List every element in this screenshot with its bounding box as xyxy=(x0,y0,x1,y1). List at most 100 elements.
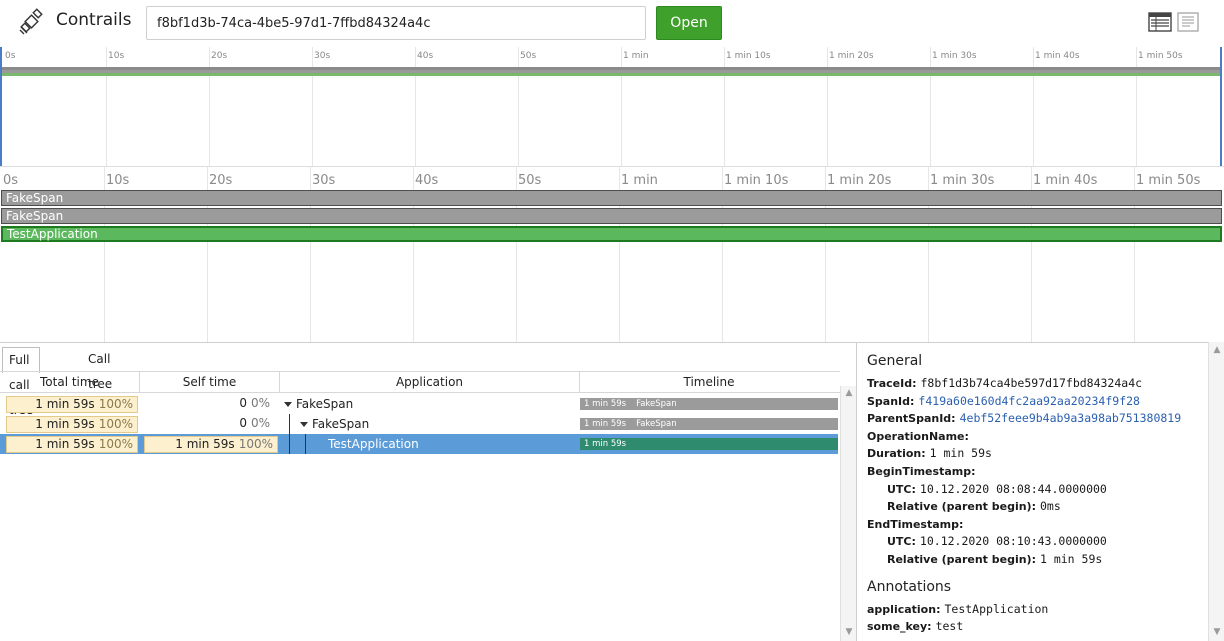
duration-row: Duration: 1 min 59s xyxy=(867,446,992,461)
overview-gridline xyxy=(312,47,313,166)
call-tree-scrollbar[interactable]: ▲ ▼ xyxy=(840,386,856,641)
timeline-tick-label: 20s xyxy=(209,173,233,188)
total-time-cell: 1 min 59s 100% xyxy=(6,416,138,433)
span-id-row: SpanId: f419a60e160d4fc2aa92aa20234f9f28 xyxy=(867,393,1140,408)
total-time-cell: 1 min 59s 100% xyxy=(6,396,138,413)
annotation-some-key-row: some_key: test xyxy=(867,619,964,634)
timeline-span-bar[interactable]: FakeSpan xyxy=(1,208,1222,224)
application-cell: FakeSpan xyxy=(284,394,353,414)
table-row[interactable]: 1 min 59s 100% 0 0% FakeSpan 1 min 59s Fake… xyxy=(0,414,838,434)
tab-call-tree[interactable]: Call tree xyxy=(82,347,118,391)
col-self-time[interactable]: Self time xyxy=(140,372,280,393)
parent-span-id-link[interactable]: 4ebf52feee9b4ab9a3a98ab751380819 xyxy=(960,411,1182,425)
overview-gridline xyxy=(724,47,725,166)
trace-id-row: TraceId: f8bf1d3b74ca4be597d17fbd84324a4c xyxy=(867,376,1143,390)
timeline-app-bar[interactable]: TestApplication xyxy=(1,226,1222,242)
timeline-tick-label: 30s xyxy=(312,173,336,188)
tree-guide-line xyxy=(305,434,306,454)
total-time-cell: 1 min 59s 100% xyxy=(6,436,138,453)
annotations-section-title: Annotations xyxy=(867,578,952,595)
app-title: Contrails xyxy=(56,10,132,30)
scroll-down-arrow-icon[interactable]: ▼ xyxy=(844,627,854,637)
end-utc-row: UTC: 10.12.2020 08:10:43.0000000 xyxy=(887,534,1107,549)
timeline-tick-label: 1 min 10s xyxy=(724,173,789,188)
annotation-application-row: application: TestApplication xyxy=(867,601,1049,616)
tree-guide-line xyxy=(289,414,290,434)
overview-tick-label: 50s xyxy=(520,51,537,61)
overview-gridline xyxy=(106,47,107,166)
self-time-cell: 1 min 59s 100% xyxy=(144,436,278,453)
timeline-tick-label: 1 min xyxy=(621,173,658,188)
expand-triangle-icon[interactable] xyxy=(284,402,292,407)
overview-gridline xyxy=(827,47,828,166)
overview-tick-label: 1 min 20s xyxy=(829,51,874,61)
operation-name-row: OperationName: xyxy=(867,429,969,443)
overview-tick-label: 40s xyxy=(417,51,434,61)
overview-tick-label: 30s xyxy=(314,51,331,61)
begin-relative-row: Relative (parent begin): 0ms xyxy=(887,499,1061,514)
tree-guide-line xyxy=(289,434,290,454)
document-view-icon[interactable] xyxy=(1176,10,1200,34)
overview-gridline xyxy=(415,47,416,166)
overview-band-3 xyxy=(2,73,1220,76)
begin-utc-row: UTC: 10.12.2020 08:08:44.0000000 xyxy=(887,481,1107,496)
overview-tick-label: 0s xyxy=(5,51,16,61)
overview-timeline[interactable]: 0s 10s 20s 30s 40s 50s 1 min 1 min 10s 1 min 20s… xyxy=(0,47,1222,166)
grid-header: Total time Self time Application Timelin… xyxy=(0,371,840,393)
begin-timestamp-row: BeginTimestamp: xyxy=(867,464,976,478)
timeline-tick-label: 10s xyxy=(106,173,130,188)
call-tree-panel: Full call tree Call tree Total time Self… xyxy=(0,342,856,641)
main-timeline: 0s 10s 20s 30s 40s 50s 1 min 1 min 10s 1 min 20s… xyxy=(0,166,1224,342)
timeline-span-bar[interactable]: FakeSpan xyxy=(1,190,1222,206)
row-timeline-bar: 1 min 59s FakeSpan xyxy=(580,418,838,430)
table-row[interactable]: 1 min 59s 100% 0 0% FakeSpan 1 min 59s Fake… xyxy=(0,394,838,414)
col-timeline[interactable]: Timeline xyxy=(580,372,838,393)
span-id-link[interactable]: f419a60e160d4fc2aa92aa20234f9f28 xyxy=(918,394,1140,408)
timeline-tick-label: 1 min 40s xyxy=(1033,173,1098,188)
details-scrollbar[interactable]: ▲ ▼ xyxy=(1208,342,1224,641)
trace-id-input[interactable] xyxy=(146,6,646,40)
expand-triangle-icon[interactable] xyxy=(300,422,308,427)
overview-tick-label: 1 min xyxy=(623,51,649,61)
timeline-tick-label: 40s xyxy=(415,173,439,188)
table-row-selected[interactable]: 1 min 59s 100% 1 min 59s 100% TestApplicat… xyxy=(0,434,838,454)
parent-span-id-row: ParentSpanId: 4ebf52feee9b4ab9a3a98ab7513… xyxy=(867,411,1182,426)
end-timestamp-row: EndTimestamp: xyxy=(867,517,964,531)
open-button[interactable]: Open xyxy=(656,6,722,40)
satellite-logo-icon xyxy=(19,8,43,35)
overview-gridline xyxy=(1136,47,1137,166)
row-timeline-bar: 1 min 59s xyxy=(580,438,838,450)
timeline-tick-label: 0s xyxy=(3,173,19,188)
general-section-title: General xyxy=(867,353,923,369)
overview-tick-label: 1 min 10s xyxy=(726,51,771,61)
timeline-tick-label: 1 min 20s xyxy=(827,173,892,188)
overview-gridline xyxy=(209,47,210,166)
timeline-tick-label: 1 min 50s xyxy=(1136,173,1201,188)
table-view-icon[interactable] xyxy=(1148,10,1172,34)
overview-tick-label: 1 min 40s xyxy=(1035,51,1080,61)
overview-tick-label: 1 min 30s xyxy=(932,51,977,61)
scroll-down-arrow-icon[interactable]: ▼ xyxy=(1212,627,1222,637)
end-relative-row: Relative (parent begin): 1 min 59s xyxy=(887,551,1103,566)
timeline-tick-label: 1 min 30s xyxy=(930,173,995,188)
timeline-tick-label: 50s xyxy=(518,173,542,188)
overview-tick-label: 1 min 50s xyxy=(1138,51,1183,61)
span-details-panel: General TraceId: f8bf1d3b74ca4be597d17fbd… xyxy=(856,342,1208,641)
row-timeline-bar: 1 min 59s FakeSpan xyxy=(580,398,838,410)
scroll-up-arrow-icon[interactable]: ▲ xyxy=(844,388,854,398)
tab-full-call-tree[interactable]: Full call tree xyxy=(2,347,41,417)
col-total-time[interactable]: Total time xyxy=(0,372,140,393)
application-cell: FakeSpan xyxy=(300,414,369,434)
header: Contrails Open xyxy=(0,0,1224,47)
self-time-cell: 0 0% xyxy=(239,416,270,430)
overview-gridline xyxy=(930,47,931,166)
col-application[interactable]: Application xyxy=(280,372,580,393)
self-time-cell: 0 0% xyxy=(239,396,270,410)
overview-tick-label: 10s xyxy=(108,51,125,61)
scroll-up-arrow-icon[interactable]: ▲ xyxy=(1212,345,1222,355)
overview-gridline xyxy=(621,47,622,166)
overview-gridline xyxy=(518,47,519,166)
overview-tick-label: 20s xyxy=(211,51,228,61)
application-cell: TestApplication xyxy=(328,437,419,451)
overview-gridline xyxy=(1033,47,1034,166)
